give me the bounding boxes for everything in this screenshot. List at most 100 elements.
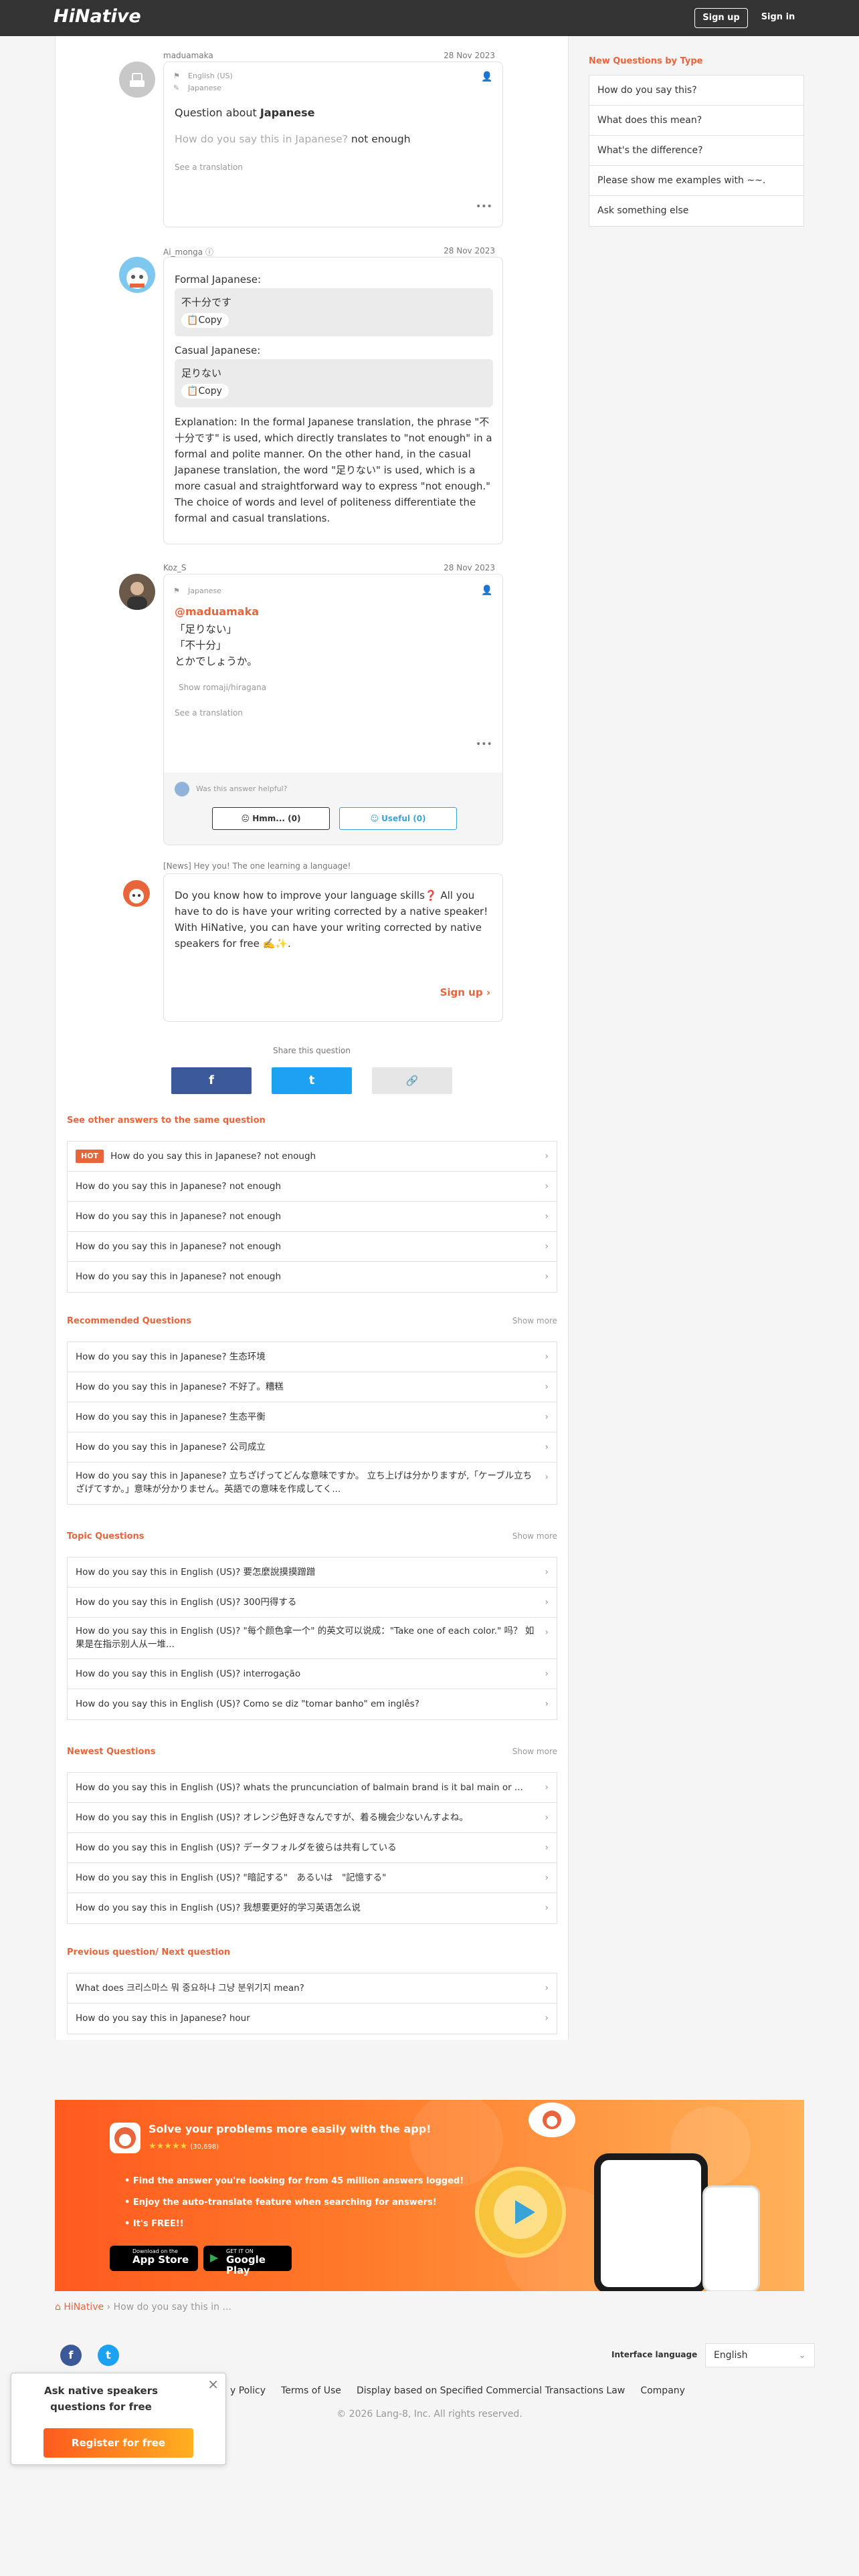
register-popup: × Ask native speakers questions for free… <box>11 2373 226 2465</box>
answer1-date: 28 Nov 2023 <box>444 246 495 255</box>
commercial-law-link[interactable]: Display based on Specified Commercial Tr… <box>357 2385 625 2396</box>
list-item[interactable]: How do you say this in Japanese? hour › <box>68 2004 557 2034</box>
list-item[interactable]: How do you say this in Japanese? 生态环境 › <box>68 1342 557 1372</box>
hinative-logo[interactable]: HiNative <box>54 6 141 27</box>
list-item[interactable]: How do you say this in Japanese? 不好了。糟糕 › <box>68 1372 557 1402</box>
signup-button[interactable]: Sign up <box>694 8 748 28</box>
list-item[interactable]: How do you say this in English (US)? Com… <box>68 1689 557 1719</box>
answer2-avatar[interactable] <box>119 574 155 610</box>
app-icon <box>110 2123 140 2153</box>
answer2-username[interactable]: Koz_S <box>163 563 187 572</box>
user-icon[interactable]: 👤 <box>481 585 492 596</box>
list-item[interactable]: How do you say this in English (US)? オレン… <box>68 1803 557 1833</box>
list-item[interactable]: How do you say this in English (US)? "每个… <box>68 1618 557 1659</box>
formal-label: Formal Japanese: <box>175 274 262 286</box>
ai-info-icon[interactable]: ⓘ <box>205 247 213 257</box>
list-item[interactable]: How do you say this in English (US)? 300… <box>68 1588 557 1618</box>
smile-icon: ☺ <box>370 814 379 823</box>
answer1-username[interactable]: Ai_monga ⓘ <box>163 246 213 257</box>
breadcrumb-home[interactable]: HiNative <box>64 2302 104 2313</box>
facebook-share-button[interactable]: f <box>171 1067 252 1094</box>
app-store-button[interactable]: Download on the App Store <box>110 2246 198 2271</box>
terms-link[interactable]: Terms of Use <box>281 2385 341 2396</box>
register-button[interactable]: Register for free <box>43 2428 193 2458</box>
question-lang-learning: Japanese <box>188 84 221 92</box>
list-item[interactable]: What does 크리스마스 뭐 중요하냐 그냥 분위기지 mean? › <box>68 1973 557 2004</box>
play-icon: ▶ <box>210 2251 219 2264</box>
promo-signup-link[interactable]: Sign up › <box>440 986 490 998</box>
list-item[interactable]: How do you say this in Japanese? 立ちざげってど… <box>68 1463 557 1504</box>
chevron-right-icon: › <box>545 1151 549 1162</box>
chevron-right-icon: › <box>545 1872 549 1883</box>
list-item[interactable]: How do you say this in Japanese? 公司成立 › <box>68 1432 557 1463</box>
chevron-right-icon: › <box>545 1842 549 1853</box>
facebook-icon[interactable]: f <box>60 2345 82 2366</box>
list-item[interactable]: How do you say this in English (US)? wha… <box>68 1773 557 1803</box>
viewer-avatar <box>175 782 189 796</box>
user-icon[interactable]: 👤 <box>481 72 492 82</box>
mention-link[interactable]: @maduamaka <box>175 605 259 618</box>
chevron-right-icon: › <box>545 1382 549 1392</box>
show-romaji-link[interactable]: Show romaji/hiragana <box>179 683 266 692</box>
show-more-link[interactable]: Show more <box>512 1316 557 1325</box>
twitter-share-button[interactable]: t <box>272 1067 352 1094</box>
useful-button[interactable]: ☺ Useful (0) <box>339 807 457 830</box>
show-more-link[interactable]: Show more <box>512 1531 557 1541</box>
sidebar-item[interactable]: How do you say this? <box>589 76 803 106</box>
list-item[interactable]: How do you say this in English (US)? int… <box>68 1659 557 1689</box>
answer2-body: 「足りない」 「不十分」 とかでしょうか。 <box>175 623 258 667</box>
sidebar-item[interactable]: Ask something else <box>589 196 803 226</box>
list-item[interactable]: How do you say this in English (US)? データ… <box>68 1833 557 1863</box>
twitter-icon[interactable]: t <box>98 2345 119 2366</box>
see-translation-link[interactable]: See a translation <box>175 163 243 172</box>
company-link[interactable]: Company <box>640 2385 685 2396</box>
formal-text: 不十分です <box>181 296 232 308</box>
hmm-button[interactable]: 😐 Hmm... (0) <box>212 807 330 830</box>
question-body: How do you say this in Japanese? not eno… <box>175 133 411 145</box>
app-banner[interactable]: Solve your problems more easily with the… <box>55 2100 804 2291</box>
more-options-icon[interactable]: ••• <box>476 201 492 212</box>
signin-button[interactable]: Sign in <box>753 8 803 28</box>
sidebar-item[interactable]: What's the difference? <box>589 136 803 166</box>
language-select[interactable]: English ⌄ <box>705 2343 815 2367</box>
sidebar-item[interactable]: Please show me examples with ~~. <box>589 166 803 196</box>
prevnext-title: Previous question/ Next question <box>67 1947 231 1957</box>
google-play-button[interactable]: ▶ GET IT ON Google Play <box>203 2246 292 2276</box>
copy-icon: 📋 <box>187 315 199 326</box>
copy-button[interactable]: 📋Copy <box>181 384 229 399</box>
hinative-mascot-avatar <box>120 877 153 909</box>
feedback-panel: Was this answer helpful? 😐 Hmm... (0) ☺ … <box>164 772 502 845</box>
list-item[interactable]: How do you say this in English (US)? 我想要… <box>68 1893 557 1923</box>
facebook-icon: f <box>209 1073 214 1087</box>
list-item[interactable]: How do you say this in Japanese? not eno… <box>68 1232 557 1262</box>
copy-link-button[interactable]: 🔗 <box>372 1067 452 1094</box>
phone-mockup-back <box>702 2185 760 2291</box>
banner-headline: Solve your problems more easily with the… <box>149 2123 432 2135</box>
more-options-icon[interactable]: ••• <box>476 739 492 750</box>
top-header: HiNative Sign up Sign in <box>0 0 859 36</box>
award-badge <box>475 2167 566 2258</box>
answer1-avatar[interactable] <box>119 257 155 293</box>
breadcrumb-current[interactable]: How do you say this in ... <box>114 2302 231 2313</box>
chevron-right-icon: › <box>545 1352 549 1362</box>
show-more-link[interactable]: Show more <box>512 1747 557 1756</box>
home-icon: ⌂ <box>55 2302 61 2313</box>
close-icon[interactable]: × <box>207 2376 219 2392</box>
list-item[interactable]: How do you say this in Japanese? 生态平衡 › <box>68 1402 557 1432</box>
list-item[interactable]: How do you say this in English (US)? "暗記… <box>68 1863 557 1893</box>
sidebar-item[interactable]: What does this mean? <box>589 106 803 136</box>
chevron-right-icon: › <box>545 1271 549 1282</box>
copy-icon: 📋 <box>187 386 199 397</box>
list-item[interactable]: How do you say this in Japanese? not eno… <box>68 1262 557 1292</box>
list-item[interactable]: How do you say this in Japanese? not eno… <box>68 1172 557 1202</box>
question-username[interactable]: maduamaka <box>163 51 213 60</box>
chevron-right-icon: › <box>545 1597 549 1608</box>
copy-button[interactable]: 📋Copy <box>181 313 229 328</box>
list-item[interactable]: How do you say this in Japanese? not eno… <box>68 1202 557 1232</box>
question-avatar[interactable] <box>119 62 155 98</box>
link-icon: 🔗 <box>405 1075 419 1087</box>
see-translation-link[interactable]: See a translation <box>175 708 243 718</box>
list-item[interactable]: How do you say this in English (US)? 要怎麼… <box>68 1558 557 1588</box>
list-item[interactable]: HOT How do you say this in Japanese? not … <box>68 1142 557 1172</box>
privacy-policy-link[interactable]: y Policy <box>230 2385 266 2396</box>
